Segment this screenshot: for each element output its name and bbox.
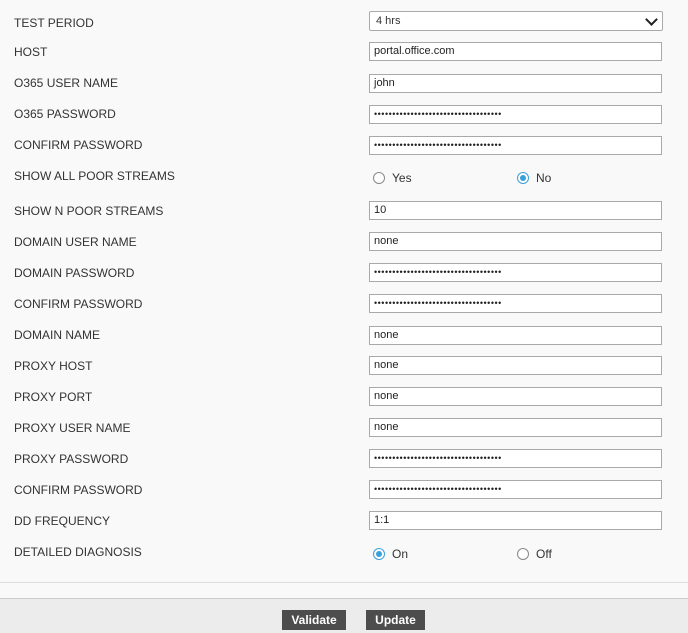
o365-user-label: O365 USER NAME bbox=[14, 76, 119, 90]
detailed-diagnosis-radio-group: On Off bbox=[373, 547, 663, 565]
domain-password-label: DOMAIN PASSWORD bbox=[14, 266, 135, 280]
form-footer: Validate Update bbox=[0, 598, 688, 633]
show-all-poor-streams-radio-group: Yes No bbox=[373, 171, 663, 189]
confirm-password-3-label: CONFIRM PASSWORD bbox=[14, 483, 143, 497]
proxy-user-input[interactable]: none bbox=[369, 418, 662, 437]
radio-no-label[interactable]: No bbox=[536, 171, 551, 185]
confirm-password-2-label: CONFIRM PASSWORD bbox=[14, 297, 143, 311]
radio-off-label[interactable]: Off bbox=[536, 547, 552, 561]
dd-frequency-input[interactable]: 1:1 bbox=[369, 511, 662, 530]
o365-password-input[interactable]: ••••••••••••••••••••••••••••••••••• bbox=[369, 105, 662, 124]
dd-frequency-label: DD FREQUENCY bbox=[14, 514, 111, 528]
domain-user-input[interactable]: none bbox=[369, 232, 662, 251]
form-divider bbox=[0, 582, 688, 583]
validate-button[interactable]: Validate bbox=[282, 610, 346, 630]
confirm-password-1-label: CONFIRM PASSWORD bbox=[14, 138, 143, 152]
domain-user-label: DOMAIN USER NAME bbox=[14, 235, 137, 249]
show-n-poor-streams-label: SHOW N POOR STREAMS bbox=[14, 204, 164, 218]
o365-user-input[interactable]: john bbox=[369, 74, 662, 93]
confirm-password-3-input[interactable]: ••••••••••••••••••••••••••••••••••• bbox=[369, 480, 662, 499]
update-button[interactable]: Update bbox=[366, 610, 425, 630]
radio-on-label[interactable]: On bbox=[392, 547, 408, 561]
radio-on[interactable] bbox=[373, 548, 385, 560]
host-label: HOST bbox=[14, 45, 48, 59]
proxy-user-label: PROXY USER NAME bbox=[14, 421, 131, 435]
proxy-password-input[interactable]: ••••••••••••••••••••••••••••••••••• bbox=[369, 449, 662, 468]
proxy-password-label: PROXY PASSWORD bbox=[14, 452, 129, 466]
host-input[interactable]: portal.office.com bbox=[369, 42, 662, 61]
test-period-label: TEST PERIOD bbox=[14, 16, 94, 30]
proxy-port-label: PROXY PORT bbox=[14, 390, 93, 404]
domain-password-input[interactable]: ••••••••••••••••••••••••••••••••••• bbox=[369, 263, 662, 282]
confirm-password-1-input[interactable]: ••••••••••••••••••••••••••••••••••• bbox=[369, 136, 662, 155]
show-all-poor-streams-label: SHOW ALL POOR STREAMS bbox=[14, 169, 175, 183]
config-form: TEST PERIOD 4 hrs HOST portal.office.com… bbox=[0, 0, 688, 582]
show-n-poor-streams-input[interactable]: 10 bbox=[369, 201, 662, 220]
radio-yes[interactable] bbox=[373, 172, 385, 184]
confirm-password-2-input[interactable]: ••••••••••••••••••••••••••••••••••• bbox=[369, 294, 662, 313]
o365-password-label: O365 PASSWORD bbox=[14, 107, 116, 121]
domain-name-input[interactable]: none bbox=[369, 326, 662, 345]
domain-name-label: DOMAIN NAME bbox=[14, 328, 101, 342]
radio-no[interactable] bbox=[517, 172, 529, 184]
proxy-host-input[interactable]: none bbox=[369, 356, 662, 375]
proxy-host-label: PROXY HOST bbox=[14, 359, 93, 373]
test-period-select[interactable]: 4 hrs bbox=[369, 11, 663, 31]
detailed-diagnosis-label: DETAILED DIAGNOSIS bbox=[14, 545, 142, 559]
chevron-down-icon bbox=[645, 13, 658, 26]
radio-off[interactable] bbox=[517, 548, 529, 560]
proxy-port-input[interactable]: none bbox=[369, 387, 662, 406]
radio-yes-label[interactable]: Yes bbox=[392, 171, 412, 185]
test-period-value: 4 hrs bbox=[376, 15, 401, 27]
